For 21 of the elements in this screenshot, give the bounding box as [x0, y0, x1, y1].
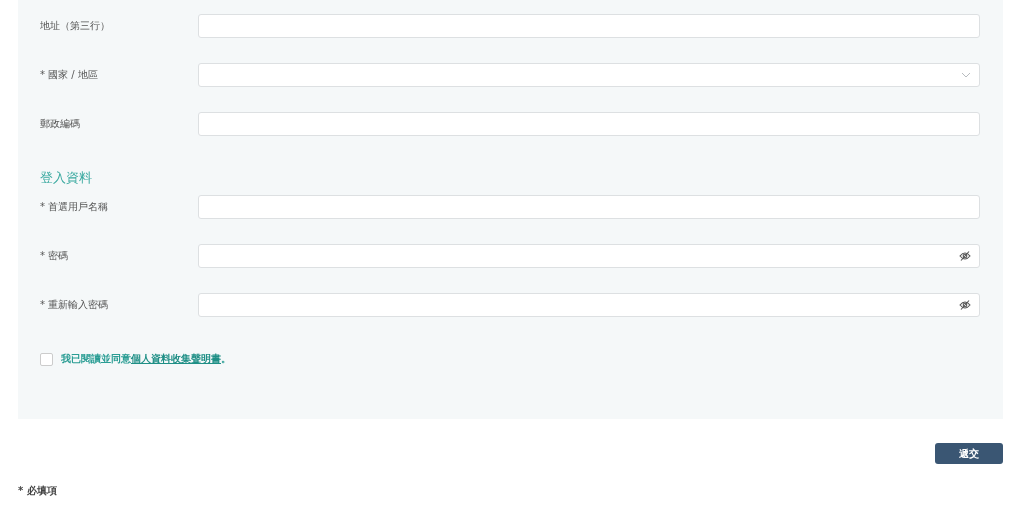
- field-label: * 首選用戶名稱: [40, 200, 110, 214]
- field-label: 地址（第三行）: [40, 19, 111, 33]
- input-field[interactable]: [198, 195, 980, 219]
- dropdown-field[interactable]: [198, 63, 980, 87]
- field-label: * 國家 / 地區: [40, 68, 99, 82]
- password-field[interactable]: [198, 244, 980, 268]
- field-label: * 重新輸入密碼: [40, 298, 110, 312]
- submit-button[interactable]: 遞交: [935, 443, 1003, 464]
- field-label: 郵政編碼: [40, 117, 81, 131]
- privacy-link[interactable]: 個人資料收集聲明書: [131, 353, 221, 364]
- chevron-down-icon: [961, 72, 971, 78]
- input-field[interactable]: [198, 112, 980, 136]
- checkbox[interactable]: [40, 352, 53, 366]
- required-note: * 必填項: [18, 484, 58, 498]
- field-label: * 密碼: [40, 249, 70, 263]
- input-field[interactable]: [198, 14, 980, 38]
- eye-slash-icon[interactable]: [959, 251, 971, 261]
- password-field[interactable]: [198, 293, 980, 317]
- eye-slash-icon[interactable]: [959, 300, 971, 310]
- consent-text: 我已閱讀並同意個人資料收集聲明書。: [61, 352, 231, 366]
- section-title: 登入資料: [40, 169, 93, 187]
